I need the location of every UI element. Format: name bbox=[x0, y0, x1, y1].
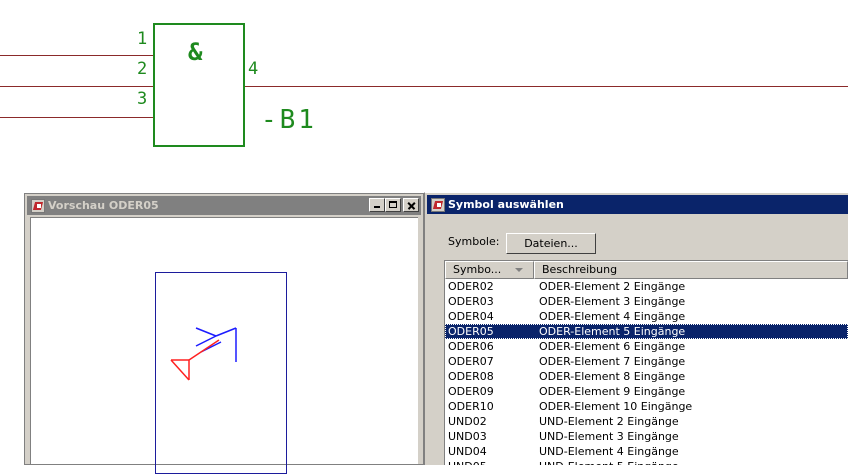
list-item[interactable]: ODER04 ODER-Element 4 Eingänge bbox=[445, 309, 848, 324]
pin-number-2: 2 bbox=[137, 59, 148, 79]
list-item-description: UND-Element 4 Eingänge bbox=[539, 445, 679, 458]
dateien-button[interactable]: Dateien... bbox=[506, 233, 596, 254]
list-item-symbol: ODER03 bbox=[448, 295, 494, 308]
list-item[interactable]: UND02 UND-Element 2 Eingänge bbox=[445, 414, 848, 429]
app-logo-icon bbox=[31, 198, 45, 213]
input-wire-1[interactable] bbox=[0, 55, 153, 56]
list-item-description: ODER-Element 5 Eingänge bbox=[539, 325, 686, 338]
list-item[interactable]: ODER08 ODER-Element 8 Eingänge bbox=[445, 369, 848, 384]
list-item[interactable]: UND05UND-Element 5 Eingänge bbox=[445, 459, 848, 465]
list-item-symbol: ODER04 bbox=[448, 310, 494, 323]
list-item[interactable]: ODER02 ODER-Element 2 Eingänge bbox=[445, 279, 848, 294]
list-item-symbol: ODER09 bbox=[448, 385, 494, 398]
close-button[interactable] bbox=[403, 198, 419, 212]
list-item[interactable]: UND04 UND-Element 4 Eingänge bbox=[445, 444, 848, 459]
pin-number-3: 3 bbox=[137, 89, 148, 109]
list-item-description: ODER-Element 10 Eingänge bbox=[539, 400, 693, 413]
input-wire-2[interactable] bbox=[0, 86, 153, 87]
list-item-symbol: ODER08 bbox=[448, 370, 494, 383]
column-header-symbol[interactable]: Symbo... bbox=[445, 261, 534, 279]
preview-title: Vorschau ODER05 bbox=[48, 199, 159, 212]
app-logo-icon bbox=[431, 197, 445, 212]
preview-titlebar[interactable]: Vorschau ODER05 bbox=[27, 196, 421, 215]
list-item-description: ODER-Element 8 Eingänge bbox=[539, 370, 686, 383]
list-item[interactable]: ODER07 ODER-Element 7 Eingänge bbox=[445, 354, 848, 369]
list-item-symbol: ODER07 bbox=[448, 355, 494, 368]
list-header: Symbo... Beschreibung bbox=[445, 261, 848, 279]
symbole-label: Symbole: bbox=[448, 235, 500, 248]
list-item-description: ODER-Element 9 Eingänge bbox=[539, 385, 686, 398]
column-header-description[interactable]: Beschreibung bbox=[534, 261, 848, 279]
list-item[interactable]: UND03 UND-Element 3 Eingänge bbox=[445, 429, 848, 444]
list-rows: ODER02 ODER-Element 2 Eingänge ODER03 ODER-… bbox=[445, 279, 848, 465]
list-item-description: ODER-Element 4 Eingänge bbox=[539, 310, 686, 323]
list-item-symbol: ODER02 bbox=[448, 280, 494, 293]
gate-function-symbol: & bbox=[188, 38, 203, 66]
preview-symbol-drawing bbox=[170, 327, 237, 381]
list-item-symbol: UND02 bbox=[448, 415, 487, 428]
dialog-titlebar[interactable]: Symbol auswählen bbox=[427, 195, 848, 214]
list-item-description: UND-Element 5 Eingänge bbox=[534, 459, 848, 465]
dialog-title: Symbol auswählen bbox=[448, 198, 564, 211]
list-item-symbol: ODER10 bbox=[448, 400, 494, 413]
list-item-description: ODER-Element 3 Eingänge bbox=[539, 295, 686, 308]
symbol-list[interactable]: Symbo... Beschreibung ODER02 ODER-Element… bbox=[444, 260, 848, 465]
list-item-description: UND-Element 2 Eingänge bbox=[539, 415, 679, 428]
preview-area bbox=[30, 217, 418, 474]
list-item-description: ODER-Element 6 Eingänge bbox=[539, 340, 686, 353]
input-wire-3[interactable] bbox=[0, 117, 153, 118]
list-item-symbol: UND05 bbox=[445, 459, 534, 465]
list-item-description: UND-Element 3 Eingänge bbox=[539, 430, 679, 443]
list-item-symbol: UND03 bbox=[448, 430, 487, 443]
list-item-description: ODER-Element 7 Eingänge bbox=[539, 355, 686, 368]
list-item[interactable]: ODER09 ODER-Element 9 Eingänge bbox=[445, 384, 848, 399]
component-label[interactable]: -B1 bbox=[261, 107, 317, 133]
list-item[interactable]: ODER03 ODER-Element 3 Eingänge bbox=[445, 294, 848, 309]
schematic-canvas[interactable]: 1 2 3 4 & -B1 bbox=[0, 0, 848, 190]
pin-number-4: 4 bbox=[248, 59, 259, 79]
maximize-button[interactable] bbox=[385, 198, 401, 212]
list-item-symbol: ODER05 bbox=[448, 325, 494, 338]
column-header-symbol-label: Symbo... bbox=[453, 263, 502, 276]
list-item-symbol: ODER06 bbox=[448, 340, 494, 353]
list-item[interactable]: ODER10 ODER-Element 10 Eingänge bbox=[445, 399, 848, 414]
minimize-button[interactable] bbox=[369, 198, 385, 212]
pin-number-1: 1 bbox=[137, 29, 148, 49]
list-item[interactable]: ODER06 ODER-Element 6 Eingänge bbox=[445, 339, 848, 354]
list-item-symbol: UND04 bbox=[448, 445, 487, 458]
list-item[interactable]: ODER05 ODER-Element 5 Eingänge bbox=[445, 324, 848, 339]
column-header-description-label: Beschreibung bbox=[542, 263, 618, 276]
preview-window[interactable]: Vorschau ODER05 bbox=[24, 193, 424, 474]
list-item-description: ODER-Element 2 Eingänge bbox=[539, 280, 686, 293]
sort-arrow-icon bbox=[515, 268, 523, 272]
symbol-select-dialog[interactable]: Symbol auswählen Symbole: Dateien... Sym… bbox=[424, 192, 848, 465]
output-wire[interactable] bbox=[245, 86, 848, 87]
